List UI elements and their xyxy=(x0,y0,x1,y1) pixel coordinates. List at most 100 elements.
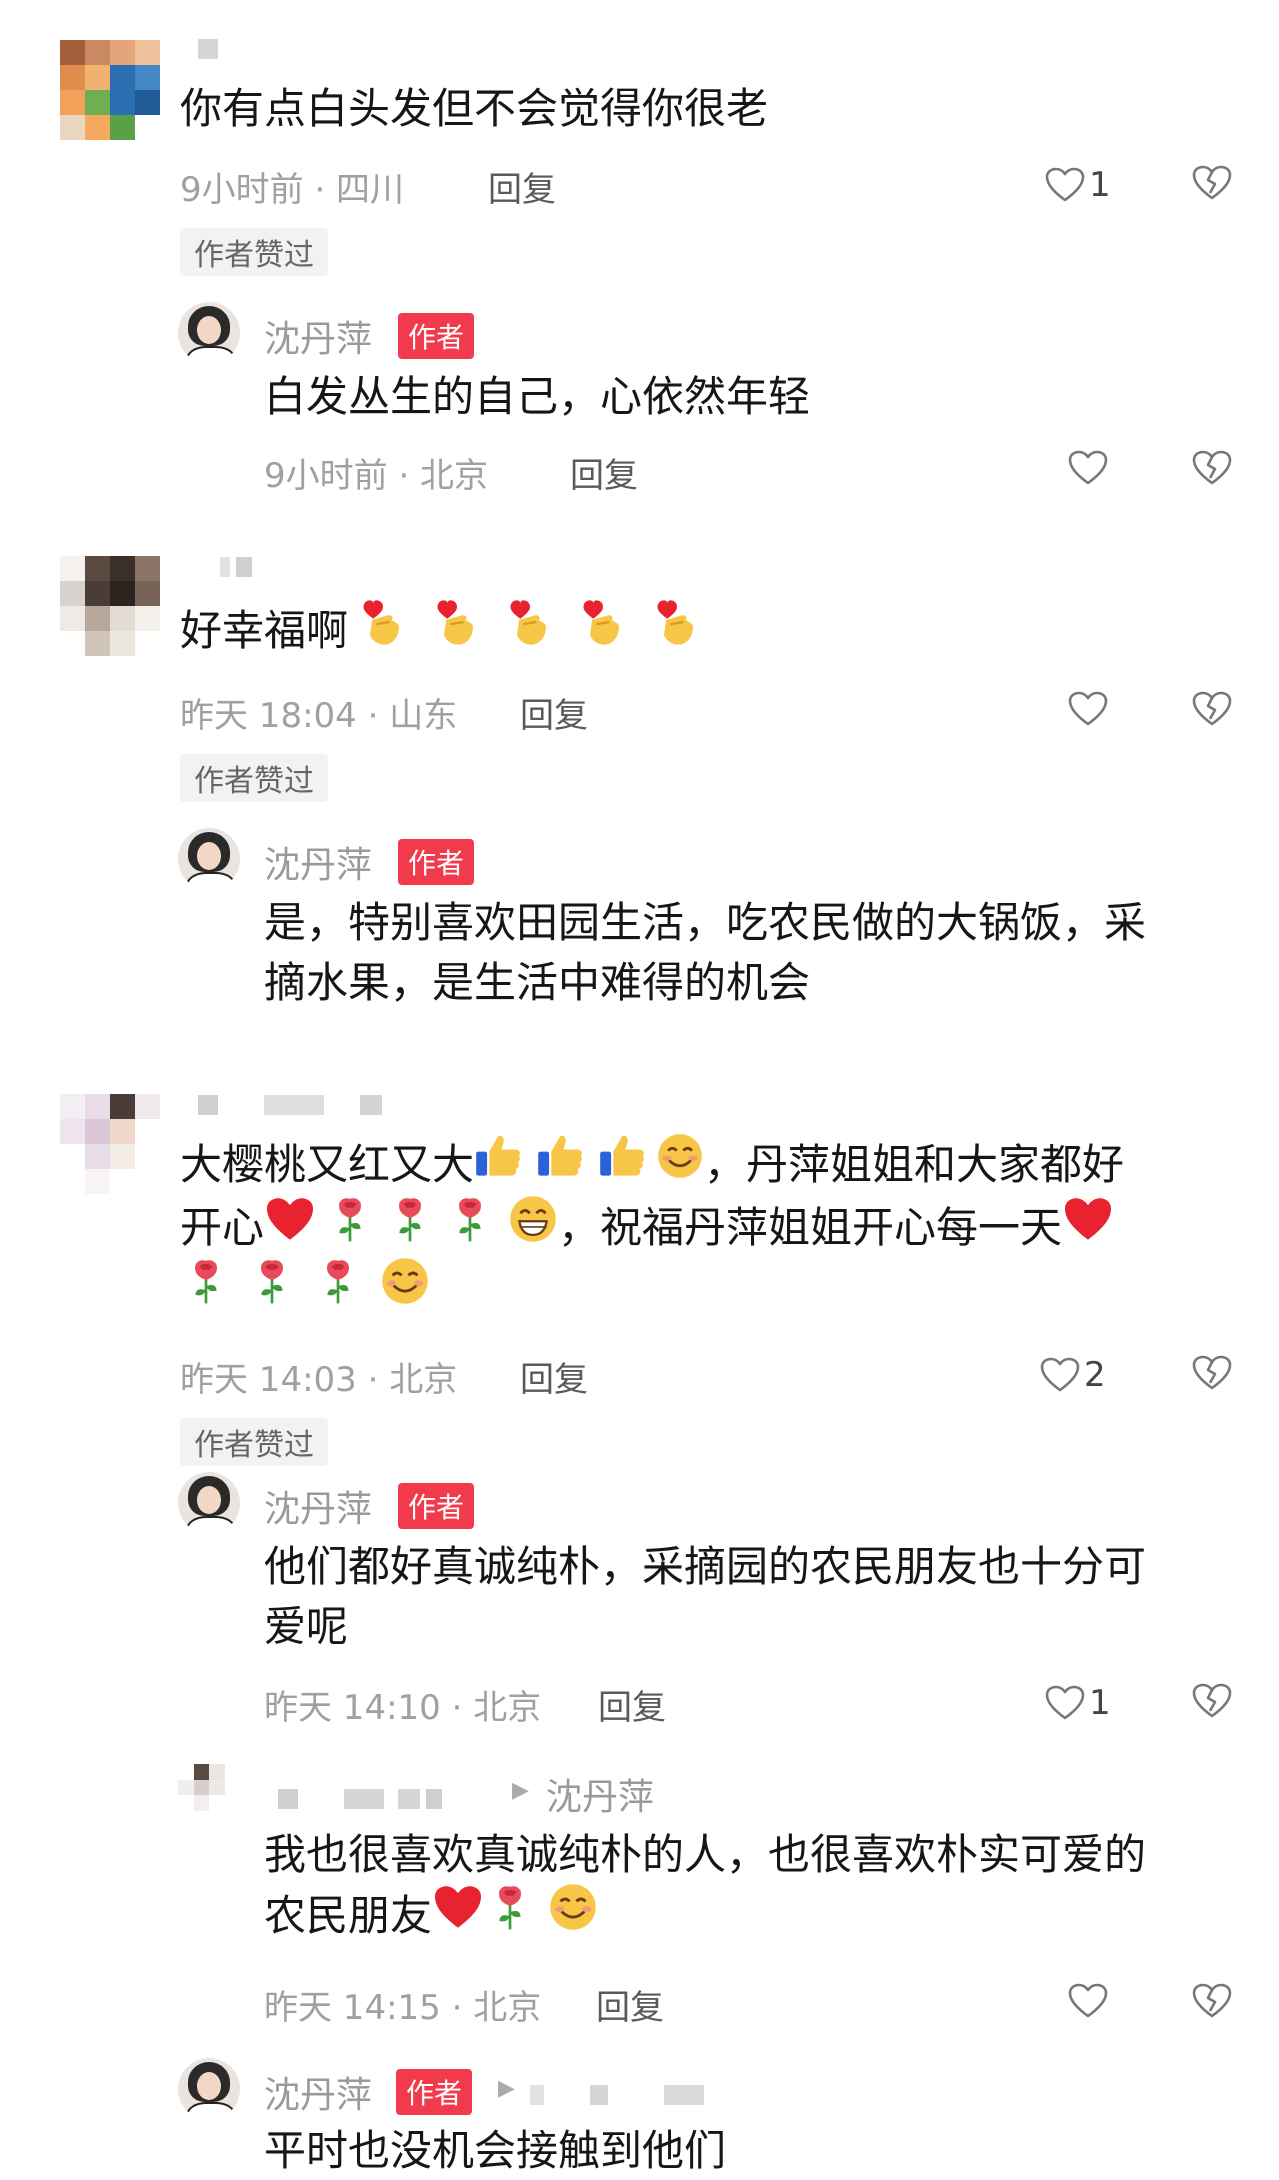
comment-text-line-1: 大樱桃又红又大 ，丹萍姐姐和大家都好 xyxy=(180,1136,1124,1199)
comment-text-part: 大樱桃又红又大 xyxy=(180,1140,475,1189)
reply-button[interactable]: 回复 xyxy=(570,448,638,497)
broken-heart-icon[interactable] xyxy=(1192,165,1232,201)
author-avatar[interactable] xyxy=(178,1472,240,1534)
heart-outline-icon[interactable] xyxy=(1068,1983,1108,2019)
username-blurred[interactable] xyxy=(220,556,258,578)
grin-emoji xyxy=(508,1194,558,1259)
red-heart-emoji xyxy=(432,1884,484,1945)
like-button[interactable]: 1 xyxy=(1045,165,1111,205)
finger-heart-emoji xyxy=(581,596,625,663)
comment-text-line-2: 开心 ，祝福丹萍姐姐开心每一天 xyxy=(180,1198,1114,1263)
reply-text-line-2: 农民朋友 xyxy=(264,1886,598,1951)
comment-meta: 9小时前 · 四川 xyxy=(180,170,405,210)
reply-meta: 昨天 14:15 · 北京 xyxy=(264,1988,542,2028)
reply-text: 平时也没机会接触到他们 xyxy=(264,2126,727,2175)
comment-text-part: ，祝福丹萍姐姐开心每一天 xyxy=(558,1203,1063,1252)
heart-outline-icon xyxy=(1045,1685,1085,1721)
like-count: 2 xyxy=(1084,1355,1106,1395)
author-avatar[interactable] xyxy=(178,828,240,890)
play-arrow-icon: ▶ xyxy=(498,2076,515,2101)
broken-heart-icon[interactable] xyxy=(1192,1683,1232,1719)
reply-text-line-2: 摘水果，是生活中难得的机会 xyxy=(264,958,811,1007)
rose-emoji xyxy=(322,1256,354,1321)
reply-meta: 9小时前 · 北京 xyxy=(264,456,489,496)
reply-text-line-1: 我也很喜欢真诚纯朴的人，也很喜欢朴实可爱的 xyxy=(264,1830,1147,1879)
rose-emoji xyxy=(256,1256,288,1321)
reply-button[interactable]: 回复 xyxy=(598,1680,666,1729)
heart-outline-icon[interactable] xyxy=(1068,450,1108,486)
reply-text-line-2: 爱呢 xyxy=(264,1602,349,1651)
rose-emoji xyxy=(494,1882,526,1947)
finger-heart-emoji xyxy=(508,596,552,663)
username-blurred[interactable] xyxy=(198,38,224,60)
reply-to-name[interactable]: 沈丹萍 xyxy=(546,1768,654,1820)
username-blurred[interactable] xyxy=(278,1788,448,1810)
smile-emoji xyxy=(380,1256,430,1321)
thumbs-up-emoji xyxy=(598,1132,646,1195)
comment-2: 好幸福啊 昨天 18:04 · 山东 回复 作者赞过 沈丹萍 作者 是，特别喜欢… xyxy=(0,540,1279,1040)
broken-heart-icon[interactable] xyxy=(1192,450,1232,486)
comment-text-content: 好幸福啊 xyxy=(180,606,349,655)
comment-text: 你有点白头发但不会觉得你很老 xyxy=(180,84,769,133)
smile-emoji xyxy=(656,1132,704,1195)
reply-button[interactable]: 回复 xyxy=(520,1352,588,1401)
author-liked-badge: 作者赞过 xyxy=(180,754,328,802)
reply-text-line-1: 他们都好真诚纯朴，采摘园的农民朋友也十分可 xyxy=(264,1542,1147,1591)
reply-text-part: 农民朋友 xyxy=(264,1891,433,1940)
username-blurred[interactable] xyxy=(530,2084,710,2106)
comment-3: 大樱桃又红又大 ，丹萍姐姐和大家都好 开心 ，祝福丹萍姐姐开心每一天 昨天 14:0… xyxy=(0,1040,1279,2176)
author-name[interactable]: 沈丹萍 xyxy=(264,310,372,362)
reply-button[interactable]: 回复 xyxy=(520,688,588,737)
heart-outline-icon xyxy=(1045,167,1085,203)
rose-emoji xyxy=(394,1194,426,1259)
user-avatar[interactable] xyxy=(178,1764,240,1826)
reply-text-line-1: 是，特别喜欢田园生活，吃农民做的大锅饭，采 xyxy=(264,898,1147,947)
author-name[interactable]: 沈丹萍 xyxy=(264,1480,372,1532)
finger-heart-emoji xyxy=(435,596,479,663)
red-heart-emoji xyxy=(264,1196,316,1257)
comment-text-part: ，丹萍姐姐和大家都好 xyxy=(704,1140,1125,1189)
like-button[interactable]: 2 xyxy=(1040,1355,1106,1395)
reply-button[interactable]: 回复 xyxy=(488,162,556,211)
comment-text: 好幸福啊 xyxy=(180,600,699,667)
like-button[interactable]: 1 xyxy=(1045,1683,1111,1723)
user-avatar[interactable] xyxy=(60,40,160,140)
comment-meta: 昨天 18:04 · 山东 xyxy=(180,696,458,736)
broken-heart-icon[interactable] xyxy=(1192,1983,1232,2019)
author-liked-badge: 作者赞过 xyxy=(180,1418,328,1466)
rose-emoji xyxy=(454,1194,486,1259)
reply-meta: 昨天 14:10 · 北京 xyxy=(264,1688,542,1728)
finger-heart-emoji xyxy=(655,596,699,663)
author-liked-badge: 作者赞过 xyxy=(180,228,328,276)
comment-text-part: 开心 xyxy=(180,1203,265,1252)
thumbs-up-emoji xyxy=(536,1132,584,1195)
like-count: 1 xyxy=(1089,165,1111,205)
author-tag: 作者 xyxy=(396,2069,473,2115)
thumbs-up-emoji xyxy=(474,1132,522,1195)
comment-meta: 昨天 14:03 · 北京 xyxy=(180,1360,458,1400)
author-tag: 作者 xyxy=(398,1483,475,1529)
author-avatar[interactable] xyxy=(178,2058,240,2120)
heart-outline-icon xyxy=(1040,1357,1080,1393)
smile-emoji xyxy=(548,1882,598,1947)
user-avatar[interactable] xyxy=(60,556,160,656)
author-avatar[interactable] xyxy=(178,302,240,364)
author-tag: 作者 xyxy=(398,313,475,359)
red-heart-emoji xyxy=(1062,1196,1114,1257)
broken-heart-icon[interactable] xyxy=(1192,1355,1232,1391)
username-blurred[interactable] xyxy=(198,1094,388,1116)
reply-text: 白发丛生的自己，心依然年轻 xyxy=(264,372,811,421)
rose-emoji xyxy=(334,1194,366,1259)
author-name[interactable]: 沈丹萍 xyxy=(264,836,372,888)
rose-emoji xyxy=(190,1256,222,1321)
broken-heart-icon[interactable] xyxy=(1192,691,1232,727)
user-avatar[interactable] xyxy=(60,1094,160,1194)
comment-1: 你有点白头发但不会觉得你很老 9小时前 · 四川 回复 1 作者赞过 沈丹萍 作… xyxy=(0,0,1279,540)
author-tag: 作者 xyxy=(398,839,475,885)
author-name[interactable]: 沈丹萍 xyxy=(264,2066,372,2118)
heart-outline-icon[interactable] xyxy=(1068,691,1108,727)
play-arrow-icon: ▶ xyxy=(512,1778,529,1803)
reply-button[interactable]: 回复 xyxy=(596,1980,664,2029)
comment-text-line-3 xyxy=(190,1260,430,1325)
finger-heart-emoji xyxy=(361,596,405,663)
